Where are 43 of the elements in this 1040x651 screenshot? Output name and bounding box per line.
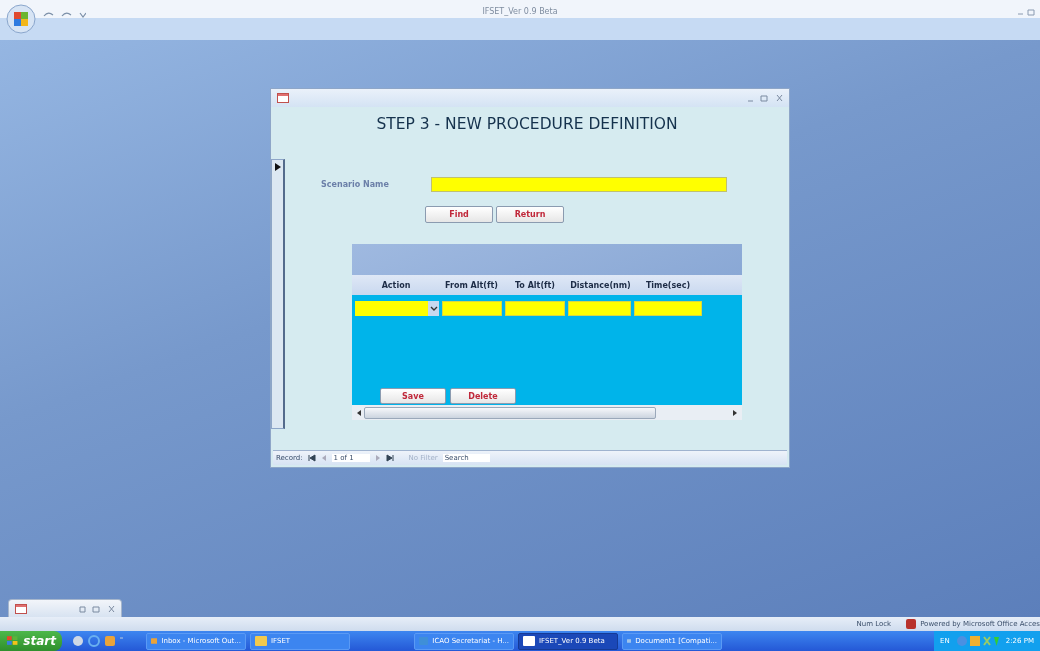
- app-icon: [523, 636, 535, 646]
- start-button[interactable]: start: [0, 631, 62, 651]
- scroll-right-icon[interactable]: [732, 408, 738, 417]
- window-controls-icon[interactable]: [747, 94, 783, 102]
- grid-input-field[interactable]: [568, 301, 631, 316]
- record-selector-icon[interactable]: [273, 162, 282, 172]
- field-label: Scenario Name: [321, 180, 390, 189]
- office-button-icon[interactable]: [6, 4, 36, 34]
- column-header: From Alt(ft): [444, 280, 499, 290]
- last-record-icon[interactable]: [385, 454, 394, 462]
- column-header: Distance(nm): [569, 280, 632, 290]
- minimized-window[interactable]: [8, 599, 122, 617]
- window-title: IFSET_Ver 0.9 Beta: [482, 7, 558, 16]
- next-record-icon[interactable]: [374, 454, 381, 462]
- minimize-icon[interactable]: [1016, 8, 1036, 16]
- first-record-icon[interactable]: [307, 454, 316, 462]
- form-button[interactable]: Delete: [450, 388, 516, 404]
- window-controls-icon[interactable]: [79, 604, 115, 613]
- quick-launch-icons[interactable]: [72, 634, 124, 648]
- app-icon: [419, 636, 429, 646]
- tray-icons[interactable]: [955, 635, 1000, 647]
- form-button[interactable]: Return: [496, 206, 564, 223]
- form-button[interactable]: Find: [425, 206, 493, 223]
- grid-input-field[interactable]: [505, 301, 565, 316]
- form-heading: STEP 3 - NEW PROCEDURE DEFINITION: [375, 115, 679, 133]
- column-header: Time(sec): [644, 280, 692, 290]
- grid-input-field[interactable]: [634, 301, 702, 316]
- column-header: Action: [380, 280, 412, 290]
- column-header: To Alt(ft): [513, 280, 557, 290]
- grid-input-field[interactable]: [442, 301, 502, 316]
- scenario-name-field[interactable]: [431, 177, 727, 192]
- app-icon: [151, 636, 158, 646]
- form-icon: [15, 603, 27, 614]
- previous-record-icon[interactable]: [320, 454, 327, 462]
- horizontal-scrollbar[interactable]: [352, 405, 742, 420]
- action-dropdown[interactable]: [355, 301, 439, 316]
- undo-redo-icon[interactable]: [42, 10, 86, 20]
- app-icon: [627, 636, 632, 646]
- form-button[interactable]: Save: [380, 388, 446, 404]
- app-icon: [255, 636, 267, 646]
- form-icon: [277, 93, 289, 103]
- flag-icon: [6, 635, 20, 647]
- scroll-left-icon[interactable]: [356, 408, 362, 417]
